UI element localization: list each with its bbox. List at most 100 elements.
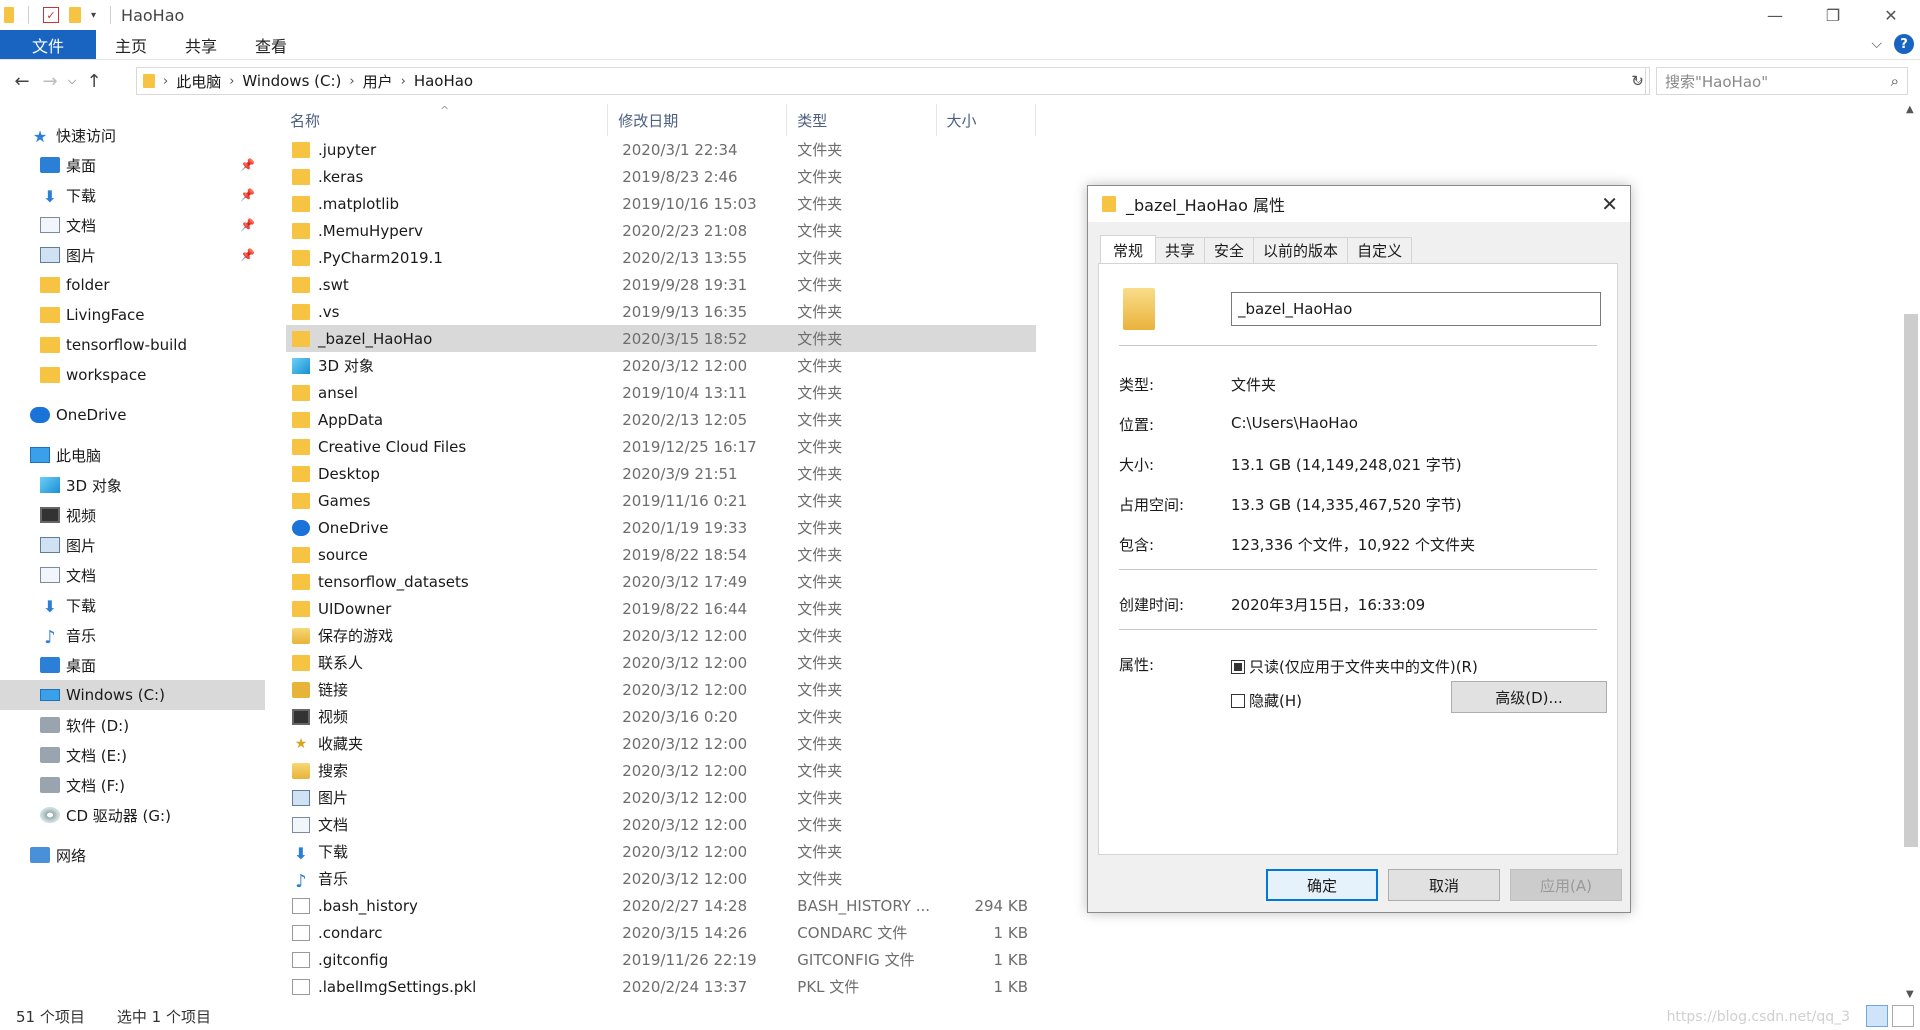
sidebar-item-windows-c[interactable]: Windows (C:): [0, 680, 265, 710]
file-row[interactable]: ★ 收藏夹 2020/3/12 12:00 文件夹: [286, 730, 1036, 757]
file-row[interactable]: .labelImgSettings.pkl 2020/2/24 13:37 PKL …: [286, 973, 1036, 1000]
file-row[interactable]: 保存的游戏 2020/3/12 12:00 文件夹: [286, 622, 1036, 649]
search-icon[interactable]: ⌕: [1891, 72, 1899, 90]
file-row[interactable]: .swt 2019/9/28 19:31 文件夹: [286, 271, 1036, 298]
file-row[interactable]: ♪ 音乐 2020/3/12 12:00 文件夹: [286, 865, 1036, 892]
restore-button[interactable]: ❐: [1804, 0, 1862, 30]
tab-file[interactable]: 文件: [0, 30, 97, 59]
hidden-checkbox[interactable]: 隐藏(H): [1231, 690, 1302, 711]
sidebar-item-drive-g[interactable]: CD 驱动器 (G:): [0, 800, 265, 830]
breadcrumb-users[interactable]: 用户: [363, 71, 393, 92]
new-folder-icon[interactable]: [69, 7, 81, 23]
file-row[interactable]: 搜索 2020/3/12 12:00 文件夹: [286, 757, 1036, 784]
sidebar-item-workspace[interactable]: workspace: [0, 360, 265, 390]
file-row[interactable]: OneDrive 2020/1/19 19:33 文件夹: [286, 514, 1036, 541]
file-row[interactable]: source 2019/8/22 18:54 文件夹: [286, 541, 1036, 568]
file-row[interactable]: ansel 2019/10/4 13:11 文件夹: [286, 379, 1036, 406]
scroll-thumb[interactable]: [1904, 314, 1918, 847]
sidebar-item-pc-pictures[interactable]: 图片: [0, 530, 265, 560]
refresh-button[interactable]: ↻: [1626, 67, 1650, 95]
search-input[interactable]: 搜索"HaoHao" ⌕: [1656, 67, 1908, 95]
vertical-scrollbar[interactable]: ▲ ▼: [1902, 104, 1920, 1000]
file-row[interactable]: 文档 2020/3/12 12:00 文件夹: [286, 811, 1036, 838]
column-header-type[interactable]: 类型: [787, 104, 937, 136]
file-row[interactable]: _bazel_HaoHao 2020/3/15 18:52 文件夹: [286, 325, 1036, 352]
file-row[interactable]: 链接 2020/3/12 12:00 文件夹: [286, 676, 1036, 703]
help-icon[interactable]: ?: [1894, 34, 1914, 54]
tab-view[interactable]: 查看: [236, 30, 306, 59]
tab-customize[interactable]: 自定义: [1347, 237, 1413, 263]
sidebar-item-network[interactable]: 网络: [0, 840, 265, 870]
recent-locations-button[interactable]: ⌵: [64, 74, 80, 88]
sidebar-item-3d-objects[interactable]: 3D 对象: [0, 470, 265, 500]
minimize-button[interactable]: —: [1746, 0, 1804, 30]
sidebar-item-drive-e[interactable]: 文档 (E:): [0, 740, 265, 770]
tab-previous-versions[interactable]: 以前的版本: [1253, 237, 1349, 263]
file-row[interactable]: .vs 2019/9/13 16:35 文件夹: [286, 298, 1036, 325]
sidebar-item-tensorflow-build[interactable]: tensorflow-build: [0, 330, 265, 360]
file-row[interactable]: 3D 对象 2020/3/12 12:00 文件夹: [286, 352, 1036, 379]
scroll-up-icon[interactable]: ▲: [1906, 104, 1914, 115]
file-row[interactable]: .matplotlib 2019/10/16 15:03 文件夹: [286, 190, 1036, 217]
file-row[interactable]: AppData 2020/2/13 12:05 文件夹: [286, 406, 1036, 433]
tab-security[interactable]: 安全: [1204, 237, 1255, 263]
sidebar-item-pc-desktop[interactable]: 桌面: [0, 650, 265, 680]
file-row[interactable]: ⬇ 下载 2020/3/12 12:00 文件夹: [286, 838, 1036, 865]
sidebar-item-pc-documents[interactable]: 文档: [0, 560, 265, 590]
readonly-checkbox[interactable]: 只读(仅应用于文件夹中的文件)(R): [1231, 656, 1478, 677]
close-button[interactable]: ✕: [1862, 0, 1920, 30]
sidebar-item-quick-access[interactable]: ★ 快速访问: [0, 120, 265, 150]
sidebar-item-pictures[interactable]: 图片 📌: [0, 240, 265, 270]
dialog-close-button[interactable]: ✕: [1601, 192, 1618, 216]
file-row[interactable]: .condarc 2020/3/15 14:26 CONDARC 文件 1 KB: [286, 919, 1036, 946]
tab-share[interactable]: 共享: [166, 30, 236, 59]
sidebar-item-downloads[interactable]: ⬇ 下载 📌: [0, 180, 265, 210]
sidebar-item-onedrive[interactable]: OneDrive: [0, 400, 265, 430]
sidebar-item-drive-d[interactable]: 软件 (D:): [0, 710, 265, 740]
sidebar-item-music[interactable]: ♪ 音乐: [0, 620, 265, 650]
sidebar-item-videos[interactable]: 视频: [0, 500, 265, 530]
apply-button[interactable]: 应用(A): [1510, 869, 1622, 901]
breadcrumb-windows-c[interactable]: Windows (C:): [242, 72, 341, 90]
file-row[interactable]: Games 2019/11/16 0:21 文件夹: [286, 487, 1036, 514]
address-bar[interactable]: › 此电脑 › Windows (C:) › 用户 › HaoHao ⌵: [136, 67, 1646, 95]
cancel-button[interactable]: 取消: [1388, 869, 1500, 901]
file-row[interactable]: UIDowner 2019/8/22 16:44 文件夹: [286, 595, 1036, 622]
file-row[interactable]: .gitconfig 2019/11/26 22:19 GITCONFIG 文件 1 …: [286, 946, 1036, 973]
folder-name-input[interactable]: _bazel_HaoHao: [1231, 292, 1601, 326]
sidebar-item-livingface[interactable]: LivingFace: [0, 300, 265, 330]
forward-button[interactable]: →: [36, 71, 64, 92]
sidebar-item-documents[interactable]: 文档 📌: [0, 210, 265, 240]
sidebar-item-desktop[interactable]: 桌面 📌: [0, 150, 265, 180]
tab-general[interactable]: 常规: [1100, 235, 1157, 264]
file-row[interactable]: 图片 2020/3/12 12:00 文件夹: [286, 784, 1036, 811]
file-row[interactable]: Creative Cloud Files 2019/12/25 16:17 文件夹: [286, 433, 1036, 460]
file-row[interactable]: .keras 2019/8/23 2:46 文件夹: [286, 163, 1036, 190]
file-row[interactable]: .bash_history 2020/2/27 14:28 BASH_HISTORY…: [286, 892, 1036, 919]
sidebar-item-pc-downloads[interactable]: ⬇ 下载: [0, 590, 265, 620]
breadcrumb-haohao[interactable]: HaoHao: [414, 72, 473, 90]
file-row[interactable]: .PyCharm2019.1 2020/2/13 13:55 文件夹: [286, 244, 1036, 271]
breadcrumb-this-pc[interactable]: 此电脑: [176, 71, 221, 92]
file-row[interactable]: .jupyter 2020/3/1 22:34 文件夹: [286, 136, 1036, 163]
file-row[interactable]: 视频 2020/3/16 0:20 文件夹: [286, 703, 1036, 730]
sidebar-item-folder[interactable]: folder: [0, 270, 265, 300]
file-row[interactable]: Desktop 2020/3/9 21:51 文件夹: [286, 460, 1036, 487]
up-button[interactable]: ↑: [80, 71, 108, 92]
column-header-size[interactable]: 大小: [937, 104, 1036, 136]
sidebar-item-this-pc[interactable]: 此电脑: [0, 440, 265, 470]
sidebar-item-drive-f[interactable]: 文档 (F:): [0, 770, 265, 800]
large-icons-view-button[interactable]: [1892, 1005, 1914, 1027]
advanced-button[interactable]: 高级(D)...: [1451, 681, 1607, 713]
details-view-button[interactable]: [1866, 1005, 1888, 1027]
tab-home[interactable]: 主页: [96, 30, 166, 59]
file-row[interactable]: 联系人 2020/3/12 12:00 文件夹: [286, 649, 1036, 676]
scroll-down-icon[interactable]: ▼: [1906, 989, 1914, 1000]
file-row[interactable]: tensorflow_datasets 2020/3/12 17:49 文件夹: [286, 568, 1036, 595]
properties-icon[interactable]: ✓: [43, 7, 59, 23]
file-row[interactable]: .MemuHyperv 2020/2/23 21:08 文件夹: [286, 217, 1036, 244]
customize-toolbar-icon[interactable]: ▾: [91, 10, 96, 21]
expand-ribbon-icon[interactable]: ⌵: [1871, 36, 1882, 52]
ok-button[interactable]: 确定: [1266, 869, 1378, 901]
column-header-date[interactable]: 修改日期: [608, 104, 788, 136]
